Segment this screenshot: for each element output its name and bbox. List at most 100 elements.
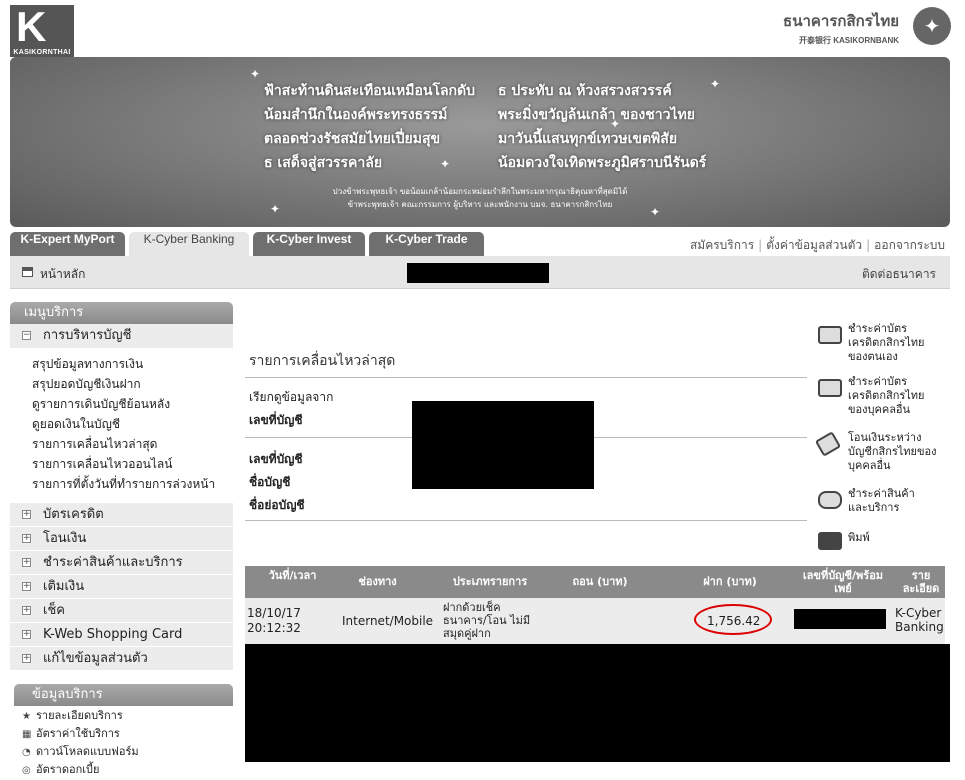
col-channel: ช่องทาง bbox=[358, 575, 397, 588]
logo-text: KASIKORNTHAI bbox=[13, 49, 71, 56]
sidebar-category-topup[interactable]: + เติมเงิน bbox=[10, 574, 233, 598]
stars-icon: ★ bbox=[22, 711, 31, 722]
service-item-interest-rates[interactable]: ◎ อัตราดอกเบี้ย bbox=[22, 761, 233, 779]
sidebar-category-edit-profile[interactable]: + แก้ไขข้อมูลส่วนตัว bbox=[10, 646, 233, 670]
quick-action-pay-bills[interactable]: ชำระค่าสินค้าและบริการ bbox=[818, 487, 948, 519]
category-label: ชำระค่าสินค้าและบริการ bbox=[43, 555, 183, 570]
register-link[interactable]: สมัครบริการ bbox=[690, 238, 754, 252]
service-info-title: ข้อมูลบริการ bbox=[14, 684, 233, 706]
quick-action-pay-own-card[interactable]: ชำระค่าบัตรเครดิตกสิกรไทยของตนเอง bbox=[818, 322, 948, 366]
service-item-download-forms[interactable]: ◔ ดาวน์โหลดแบบฟอร์ม bbox=[22, 743, 233, 761]
category-label: K-Web Shopping Card bbox=[43, 627, 183, 642]
sidebar-category-credit-card[interactable]: + บัตรเครดิต bbox=[10, 502, 233, 526]
tab-k-cyber-trade[interactable]: K-Cyber Trade bbox=[369, 232, 484, 256]
redacted-account-number bbox=[794, 609, 886, 629]
expand-icon: + bbox=[22, 509, 31, 519]
account-management-toggle[interactable]: − การบริหารบัญชี bbox=[10, 324, 233, 348]
divider bbox=[245, 377, 807, 378]
category-label: เช็ค bbox=[43, 603, 65, 618]
service-item-label: รายละเอียดบริการ bbox=[36, 709, 123, 722]
bank-name-thai: ธนาคารกสิกรไทย bbox=[783, 12, 899, 30]
separator: | bbox=[758, 238, 763, 252]
contact-bank-link[interactable]: ติดต่อธนาคาร bbox=[862, 265, 936, 284]
row-date: 18/10/17 bbox=[247, 606, 301, 620]
poem-line: ตลอดช่วงรัชสมัยไทยเปี่ยมสุข bbox=[264, 131, 441, 147]
service-menu-title: เมนูบริการ bbox=[10, 302, 233, 324]
print-button[interactable]: พิมพ์ bbox=[818, 528, 948, 550]
service-item-fees[interactable]: ▦ อัตราค่าใช้บริการ bbox=[22, 725, 233, 743]
redacted-transactions bbox=[245, 644, 950, 762]
redacted-user-name bbox=[407, 263, 549, 283]
home-window-icon bbox=[22, 267, 33, 277]
credit-card-icon bbox=[818, 326, 842, 344]
poem-line: ฟ้าสะท้านดินสะเทือนเหมือนโลกดับ bbox=[264, 83, 475, 99]
poem-line: มาวันนี้แสนทุกข์เทวษเขตพิสัย bbox=[498, 131, 678, 147]
tab-k-cyber-invest[interactable]: K-Cyber Invest bbox=[253, 232, 365, 256]
row-type: ฝากด้วยเช็คธนาคาร/โอน ไม่มีสมุดคู่ฝาก bbox=[443, 601, 531, 640]
quick-action-label: โอนเงินระหว่างบัญชีกสิกรไทยของบุคคลอื่น bbox=[848, 431, 937, 472]
sidebar-item-deposit-summary[interactable]: สรุปยอดบัญชีเงินฝาก bbox=[32, 374, 233, 394]
sidebar-category-k-web-shopping-card[interactable]: + K-Web Shopping Card bbox=[10, 622, 233, 646]
caption-line: ข้าพระพุทธเจ้า คณะกรรมการ ผู้บริหาร และพ… bbox=[347, 200, 613, 209]
k-logo-icon: K bbox=[16, 3, 47, 50]
sidebar-item-statement-history[interactable]: ดูรายการเดินบัญชีย้อนหลัง bbox=[32, 394, 233, 414]
service-item-label: ดาวน์โหลดแบบฟอร์ม bbox=[36, 745, 139, 758]
highlight-circle bbox=[694, 604, 772, 635]
sidebar-item-online-transactions[interactable]: รายการเคลื่อนไหวออนไลน์ bbox=[32, 454, 233, 474]
expand-icon: + bbox=[22, 653, 31, 663]
bank-name-english: 开泰银行 KASIKORNBANK bbox=[799, 36, 899, 45]
calculator-icon: ▦ bbox=[22, 729, 32, 740]
sidebar-category-transfer[interactable]: + โอนเงิน bbox=[10, 526, 233, 550]
quick-action-label: ชำระค่าบัตรเครดิตกสิกรไทยของตนเอง bbox=[848, 322, 925, 363]
bank-name-block: ธนาคารกสิกรไทย 开泰银行 KASIKORNBANK bbox=[783, 9, 899, 46]
sparkle-icon: ✦ bbox=[650, 205, 661, 219]
quick-action-label: ชำระค่าสินค้าและบริการ bbox=[848, 487, 915, 514]
sidebar-item-scheduled-transactions[interactable]: รายการที่ตั้งวันที่ทำรายการล่วงหน้า bbox=[32, 474, 233, 494]
expand-icon: + bbox=[22, 581, 31, 591]
settings-link[interactable]: ตั้งค่าข้อมูลส่วนตัว bbox=[766, 238, 862, 252]
row-time: 20:12:32 bbox=[247, 621, 301, 635]
poem-line: น้อมสำนึกในองค์พระทรงธรรม์ bbox=[264, 107, 448, 123]
quick-action-label: ชำระค่าบัตรเครดิตกสิกรไทยของบุคคลอื่น bbox=[848, 375, 925, 416]
col-date-time: วันที่/เวลา bbox=[268, 569, 317, 582]
expand-icon: + bbox=[22, 557, 31, 567]
category-label: แก้ไขข้อมูลส่วนตัว bbox=[43, 651, 148, 666]
page-title: รายการเคลื่อนไหวล่าสุด bbox=[249, 353, 396, 369]
col-account-promptpay: เลขที่บัญชี/พร้อมเพย์ bbox=[802, 569, 884, 595]
tab-k-expert-myport[interactable]: K-Expert MyPort bbox=[10, 232, 125, 256]
logout-link[interactable]: ออกจากระบบ bbox=[874, 238, 945, 252]
poem-line: น้อมดวงใจเทิดพระภูมิศราบนีรันดร์ bbox=[498, 155, 707, 171]
kasikornthai-logo[interactable]: K KASIKORNTHAI bbox=[10, 3, 74, 57]
expand-icon: + bbox=[22, 605, 31, 615]
col-detail: รายละเอียด bbox=[902, 569, 940, 595]
service-item-label: อัตราดอกเบี้ย bbox=[36, 763, 100, 776]
home-link[interactable]: หน้าหลัก bbox=[40, 265, 85, 284]
tab-k-cyber-banking[interactable]: K-Cyber Banking bbox=[129, 232, 249, 256]
expand-icon: + bbox=[22, 533, 31, 543]
sidebar-category-payment[interactable]: + ชำระค่าสินค้าและบริการ bbox=[10, 550, 233, 574]
sidebar-category-cheque[interactable]: + เช็ค bbox=[10, 598, 233, 622]
quick-action-pay-other-card[interactable]: ชำระค่าบัตรเครดิตกสิกรไทยของบุคคลอื่น bbox=[818, 375, 948, 419]
kbank-emblem-icon: ✦ bbox=[913, 7, 951, 45]
sparkle-icon: ✦ bbox=[710, 77, 721, 91]
category-label: โอนเงิน bbox=[43, 531, 87, 546]
caption-line: ปวงข้าพระพุทธเจ้า ขอน้อมเกล้าน้อมกระหม่อ… bbox=[332, 187, 628, 196]
quick-action-transfer-other[interactable]: โอนเงินระหว่างบัญชีกสิกรไทยของบุคคลอื่น bbox=[814, 431, 948, 475]
sidebar-item-financial-summary[interactable]: สรุปข้อมูลทางการเงิน bbox=[32, 354, 233, 374]
table-row[interactable]: 18/10/17 20:12:32 Internet/Mobile ฝากด้ว… bbox=[245, 598, 945, 644]
credit-card-icon bbox=[818, 379, 842, 397]
sparkle-icon: ✦ bbox=[250, 67, 261, 81]
transfer-icon bbox=[814, 431, 842, 457]
col-type: ประเภทรายการ bbox=[452, 575, 528, 588]
banner-caption: ปวงข้าพระพุทธเจ้า ขอน้อมเกล้าน้อมกระหม่อ… bbox=[10, 185, 950, 211]
sidebar-item-balance[interactable]: ดูยอดเงินในบัญชี bbox=[32, 414, 233, 434]
service-item-details[interactable]: ★ รายละเอียดบริการ bbox=[22, 707, 233, 725]
sidebar-item-recent-transactions[interactable]: รายการเคลื่อนไหวล่าสุด bbox=[32, 434, 233, 454]
sparkle-icon: ✦ bbox=[440, 157, 451, 171]
account-name-label: ชื่อบัญชี bbox=[249, 475, 291, 489]
home-bar: หน้าหลัก ติดต่อธนาคาร bbox=[10, 256, 950, 289]
download-icon: ◔ bbox=[22, 747, 31, 758]
payment-hand-icon bbox=[818, 491, 842, 509]
sidebar: เมนูบริการ − การบริหารบัญชี สรุปข้อมูลทาง… bbox=[10, 302, 233, 670]
account-number-label: เลขที่บัญชี bbox=[249, 413, 303, 427]
